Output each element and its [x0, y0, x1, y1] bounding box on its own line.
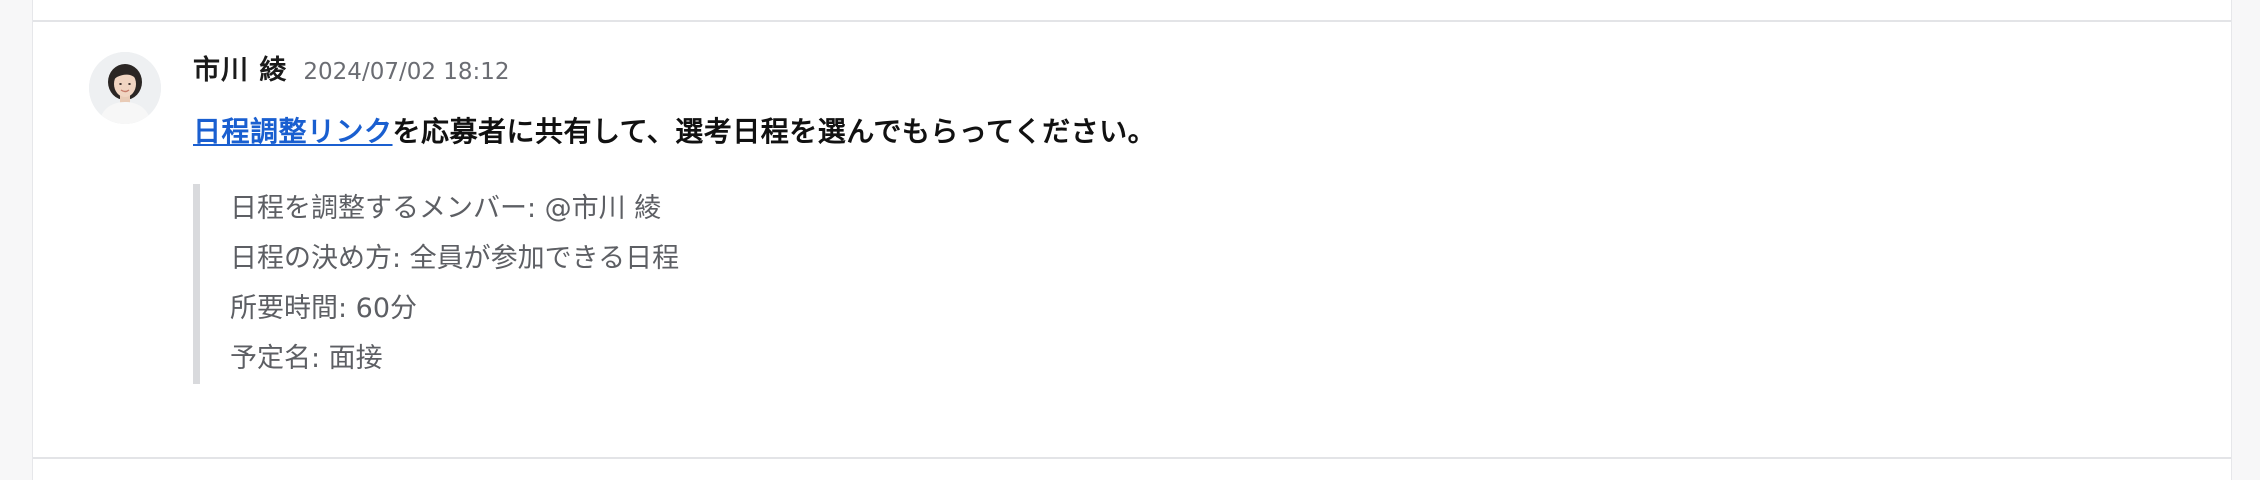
message-body-text: を応募者に共有して、選考日程を選んでもらってください。 [392, 115, 1157, 148]
message: 市川 綾 2024/07/02 18:12 日程調整リンクを応募者に共有して、選… [193, 48, 2191, 384]
message-body: 日程調整リンクを応募者に共有して、選考日程を選んでもらってください。 [193, 110, 2191, 150]
message-meta: 市川 綾 2024/07/02 18:12 [193, 48, 2191, 88]
message-timestamp: 2024/07/02 18:12 [303, 59, 510, 85]
bottom-divider [33, 457, 2231, 459]
avatar[interactable] [89, 52, 161, 124]
quote-line-method: 日程の決め方: 全員が参加できる日程 [230, 243, 680, 274]
quote-line-duration: 所要時間: 60分 [230, 293, 418, 324]
schedule-details-quote: 日程を調整するメンバー: @市川 綾 日程の決め方: 全員が参加できる日程 所要… [193, 184, 2191, 384]
page: 市川 綾 2024/07/02 18:12 日程調整リンクを応募者に共有して、選… [0, 0, 2260, 480]
schedule-link[interactable]: 日程調整リンク [193, 115, 393, 148]
quote-line-event-name: 予定名: 面接 [230, 343, 383, 374]
user-photo-icon [89, 52, 161, 124]
message-card: 市川 綾 2024/07/02 18:12 日程調整リンクを応募者に共有して、選… [32, 0, 2232, 480]
quote-line-members: 日程を調整するメンバー: @市川 綾 [230, 193, 662, 224]
author-name[interactable]: 市川 綾 [193, 48, 287, 87]
top-divider [33, 20, 2231, 22]
